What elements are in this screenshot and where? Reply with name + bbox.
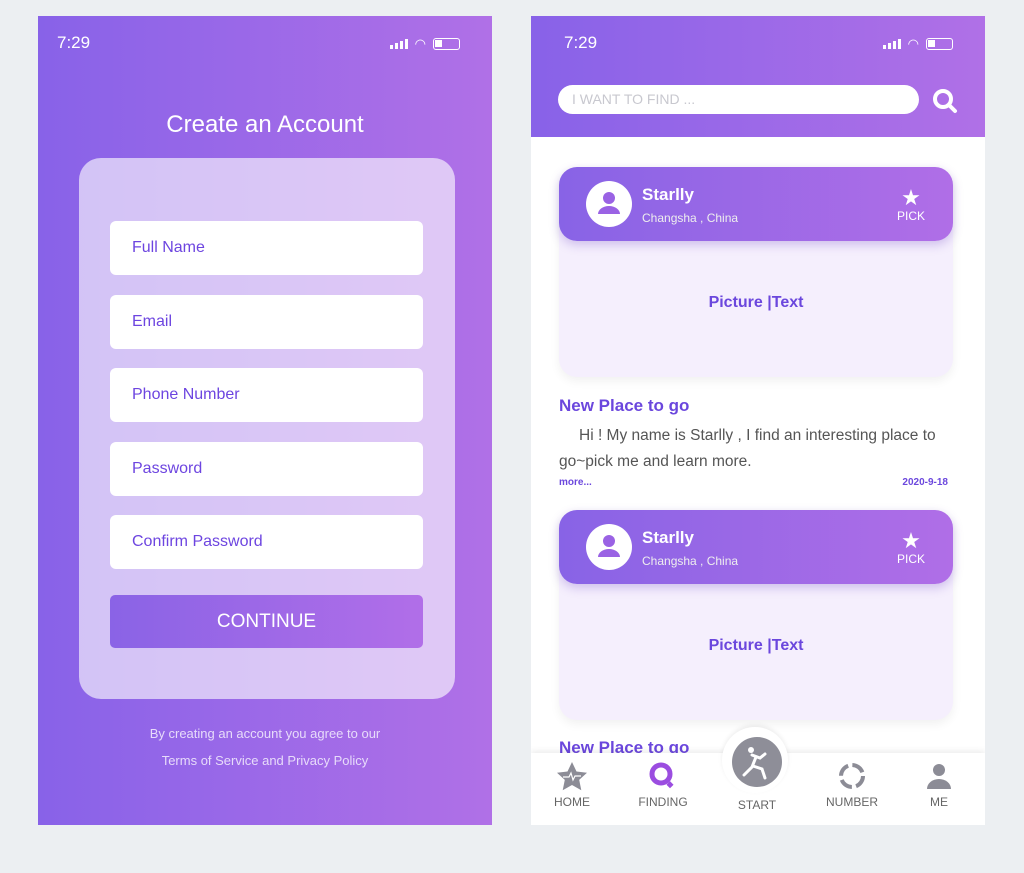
terms-text: By creating an account you agree to our xyxy=(149,726,381,741)
status-time: 7:29 xyxy=(564,33,598,52)
post-body: Hi ! My name is Starlly , I find an inte… xyxy=(559,427,936,470)
post-header: Starlly Changsha , China ★ PICK xyxy=(559,167,953,241)
star-icon: ★ xyxy=(901,185,921,210)
nav-home[interactable]: HOME xyxy=(532,761,612,809)
search-input[interactable]: I WANT TO FIND ... xyxy=(558,85,919,114)
bottom-nav: HOME FINDING START NUMBER ME xyxy=(531,727,985,825)
post-card[interactable]: Starlly Changsha , China ★ PICK Picture |… xyxy=(559,167,953,377)
media-placeholder: Picture |Text xyxy=(708,637,804,654)
page-title: Create an Account xyxy=(166,111,364,138)
post-heading[interactable]: New Place to go xyxy=(559,396,689,416)
status-time: 7:29 xyxy=(57,33,91,52)
signal-icon xyxy=(882,39,901,49)
nav-me[interactable]: ME xyxy=(899,761,979,809)
more-link[interactable]: more... xyxy=(559,477,592,488)
user-location: Changsha , China xyxy=(642,211,739,225)
post-header: Starlly Changsha , China ★ PICK xyxy=(559,510,953,584)
ring-icon xyxy=(839,763,865,789)
avatar xyxy=(586,524,632,570)
user-location: Changsha , China xyxy=(642,554,739,568)
nav-finding[interactable]: FINDING xyxy=(623,761,703,809)
running-person-icon xyxy=(732,737,782,787)
search-icon xyxy=(649,762,674,789)
signup-screen: 7:29 ◠ Create an Account Full Name Email… xyxy=(38,16,492,825)
wifi-icon: ◠ xyxy=(907,36,919,51)
nav-start[interactable]: START xyxy=(717,737,797,812)
battery-icon xyxy=(433,38,460,50)
phone-input[interactable]: Phone Number xyxy=(110,368,423,422)
star-icon: ★ xyxy=(901,528,921,553)
nav-number[interactable]: NUMBER xyxy=(812,761,892,809)
pick-button[interactable]: ★ PICK xyxy=(896,528,925,567)
feed-screen: 7:29 ◠ I WANT TO FIND ... Starlly Changs… xyxy=(531,16,985,825)
avatar xyxy=(586,181,632,227)
full-name-input[interactable]: Full Name xyxy=(110,221,423,275)
nav-label: START xyxy=(737,798,777,812)
password-input[interactable]: Password xyxy=(110,442,423,496)
user-icon xyxy=(927,764,951,789)
nav-label: ME xyxy=(930,795,948,809)
post-card[interactable]: Starlly Changsha , China ★ PICK Picture |… xyxy=(559,510,953,720)
nav-label: FINDING xyxy=(638,795,688,809)
confirm-password-input[interactable]: Confirm Password xyxy=(110,515,423,569)
signal-icon xyxy=(389,39,408,49)
email-input[interactable]: Email xyxy=(110,295,423,349)
search-icon[interactable] xyxy=(932,88,958,114)
wifi-icon: ◠ xyxy=(414,36,426,51)
user-name: Starlly xyxy=(642,528,694,547)
star-pulse-icon xyxy=(557,762,587,791)
battery-icon xyxy=(926,38,953,50)
terms-link[interactable]: Terms of Service and Privacy Policy xyxy=(38,753,492,768)
nav-label: NUMBER xyxy=(825,795,878,809)
status-bar: 7:29 ◠ xyxy=(531,16,985,66)
post-date: 2020-9-18 xyxy=(902,477,948,488)
pick-label: PICK xyxy=(896,552,925,566)
status-bar: 7:29 ◠ xyxy=(38,16,492,66)
user-name: Starlly xyxy=(642,185,694,204)
media-placeholder: Picture |Text xyxy=(708,294,804,311)
pick-label: PICK xyxy=(896,209,925,223)
continue-button[interactable]: CONTINUE xyxy=(110,595,423,648)
nav-label: HOME xyxy=(554,795,590,809)
pick-button[interactable]: ★ PICK xyxy=(896,185,925,224)
